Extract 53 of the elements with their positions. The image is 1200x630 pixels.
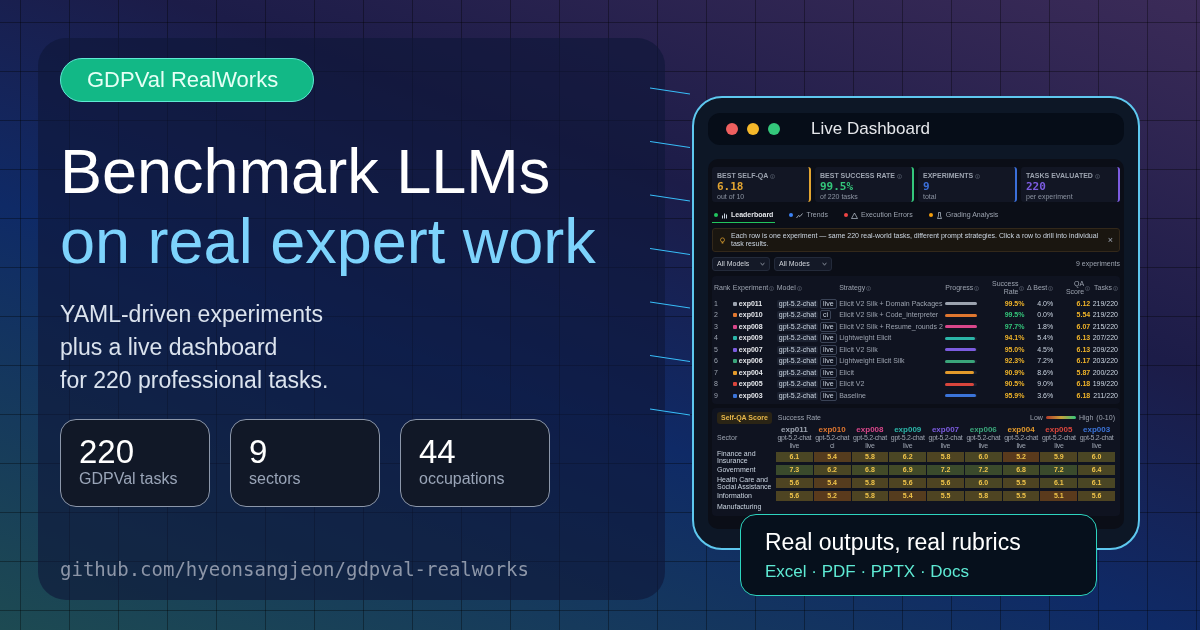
stat-label: occupations	[419, 470, 506, 488]
maximize-dot-icon[interactable]	[768, 123, 780, 135]
info-icon	[769, 285, 775, 291]
stat-label: GDPVal tasks	[79, 470, 179, 488]
subtitle-line: plus a live dashboard	[60, 333, 279, 362]
experiment-header: exp006	[969, 425, 997, 434]
kpi-value: 6.18	[717, 181, 745, 192]
info-icon	[866, 285, 872, 291]
experiment-header: exp009	[894, 425, 922, 434]
info-icon	[975, 173, 981, 179]
experiment-header: exp005	[1045, 425, 1073, 434]
caret-icon	[822, 262, 827, 266]
info-icon	[1094, 173, 1100, 179]
close-button[interactable]: ×	[1107, 236, 1113, 244]
lightbulb-icon	[719, 236, 726, 244]
experiment-header: exp003	[1083, 425, 1111, 434]
headline: Benchmark LLMs	[60, 136, 552, 206]
subtitle-line: YAML-driven experiments	[60, 300, 324, 329]
flask-icon	[935, 211, 943, 219]
headline: on real expert work	[60, 206, 597, 276]
experiment-header: exp008	[856, 425, 884, 434]
format-list: Excel · PDF · PPTX · Docs	[765, 562, 1072, 582]
experiment-header: exp004	[1007, 425, 1035, 434]
window-title: Live Dashboard	[811, 119, 931, 139]
info-icon	[974, 285, 980, 291]
kpi-value: 220	[1026, 181, 1047, 192]
experiment-header: exp010	[818, 425, 846, 434]
info-icon	[1048, 285, 1054, 291]
warning-icon	[850, 211, 858, 219]
info-icon	[1085, 285, 1091, 291]
experiment-header: exp007	[931, 425, 960, 434]
trend-line-icon	[796, 211, 804, 219]
legend-gradient	[1045, 416, 1076, 419]
callout-title: Real outputs, real rubrics	[765, 529, 1022, 556]
info-icon	[1019, 285, 1025, 291]
stat-label: sectors	[249, 470, 302, 488]
kpi-value: 9	[923, 181, 931, 192]
minimize-dot-icon[interactable]	[747, 123, 759, 135]
info-icon	[896, 173, 902, 179]
kpi-value: 99.5%	[820, 181, 855, 192]
stat-value: 44	[419, 434, 457, 470]
repo-url: github.com/hyeonsangjeon/gdpval-realworks	[60, 558, 530, 580]
caret-icon	[760, 262, 765, 266]
info-icon	[796, 285, 802, 291]
stat-value: 9	[249, 434, 269, 470]
info-icon	[770, 173, 776, 179]
subtitle-line: for 220 professional tasks.	[60, 366, 330, 395]
stat-value: 220	[79, 434, 136, 470]
info-icon	[1113, 285, 1118, 291]
experiment-header: exp011	[781, 425, 808, 434]
project-badge: GDPVal RealWorks	[60, 58, 314, 102]
close-dot-icon[interactable]	[726, 123, 738, 135]
bar-chart-icon	[721, 211, 728, 219]
